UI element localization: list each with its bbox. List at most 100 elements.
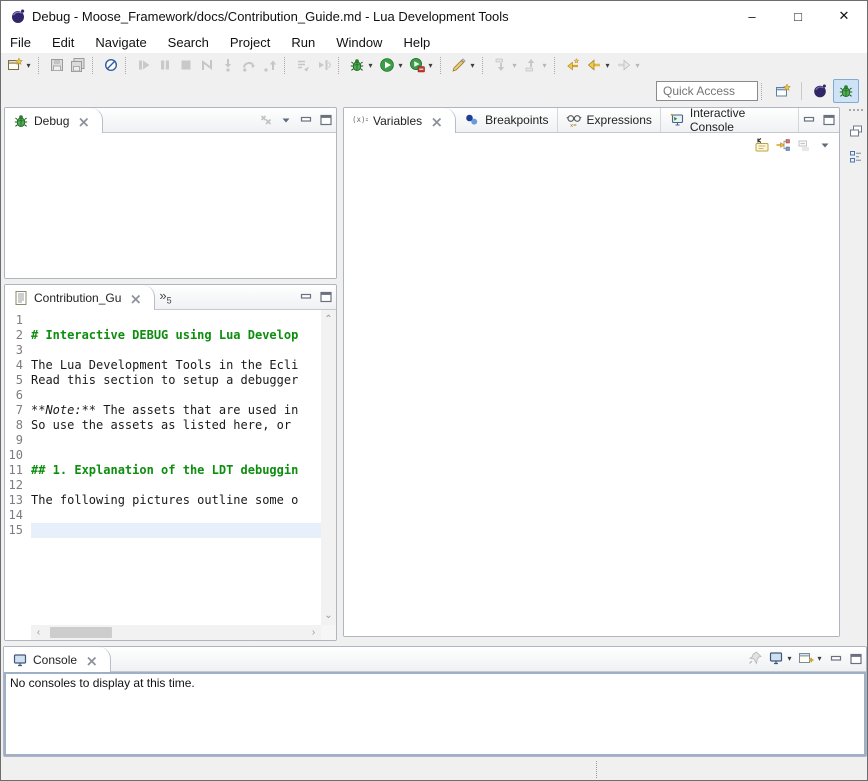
tab-close-icon[interactable] <box>429 114 443 128</box>
run-coverage-dropdown-arrow[interactable]: ▾ <box>426 61 435 70</box>
run-button[interactable]: ▾ <box>377 54 407 76</box>
show-logical-structure-button[interactable] <box>773 134 794 156</box>
use-step-filters-button[interactable] <box>293 54 314 76</box>
run-to-line-icon <box>316 57 333 74</box>
step-into-button[interactable] <box>218 54 239 76</box>
quick-access-input[interactable] <box>656 81 758 101</box>
menu-edit[interactable]: Edit <box>51 33 84 52</box>
variables-minimize-button[interactable] <box>799 108 819 132</box>
remove-all-terminated-button[interactable] <box>256 108 276 132</box>
outline-view-button[interactable] <box>846 147 866 167</box>
restore-view-button[interactable] <box>846 121 866 141</box>
tab-console-close-icon[interactable] <box>84 653 98 667</box>
new-wizard-dropdown-arrow[interactable]: ▾ <box>24 61 33 70</box>
toolbar-group-handle <box>482 57 487 74</box>
menu-help[interactable]: Help <box>402 33 440 52</box>
last-edit-location-icon <box>565 57 582 74</box>
debug-view-menu-button[interactable] <box>276 108 296 132</box>
maximize-button[interactable]: □ <box>775 1 821 31</box>
run-to-line-button[interactable] <box>314 54 335 76</box>
console-maximize-button[interactable] <box>846 647 866 671</box>
tab-expressions[interactable]: x=Expressions <box>558 108 661 132</box>
menu-file[interactable]: File <box>9 33 41 52</box>
back-dropdown-arrow[interactable]: ▾ <box>603 61 612 70</box>
collapse-all-button[interactable] <box>794 134 815 156</box>
last-edit-location-button[interactable] <box>563 54 584 76</box>
tab-contribution-guide-close-icon[interactable] <box>128 291 142 305</box>
forward-dropdown-arrow[interactable]: ▾ <box>633 61 642 70</box>
step-return-button[interactable] <box>260 54 281 76</box>
menu-navigate[interactable]: Navigate <box>94 33 156 52</box>
tab-contribution-guide[interactable]: Contribution_Gu <box>5 285 155 310</box>
save-all-button[interactable] <box>68 54 89 76</box>
scrollbar-thumb[interactable] <box>50 627 112 638</box>
editor-maximize-button[interactable] <box>316 285 336 309</box>
menu-window[interactable]: Window <box>335 33 392 52</box>
previous-annotation-dropdown-arrow[interactable]: ▾ <box>540 61 549 70</box>
back-button[interactable]: ▾ <box>584 54 614 76</box>
pin-console-button[interactable] <box>745 647 766 669</box>
editor-vertical-scrollbar[interactable]: ⌃ ⌄ <box>321 310 336 625</box>
editor-line: 8So use the assets as listed here, or <box>5 418 321 433</box>
stop-button[interactable] <box>176 54 197 76</box>
run-dropdown-arrow[interactable]: ▾ <box>396 61 405 70</box>
tab-debug[interactable]: Debug <box>5 108 103 133</box>
external-tools-button[interactable]: ▾ <box>449 54 479 76</box>
debug-view-minimize-button[interactable] <box>296 108 316 132</box>
display-console-button[interactable]: ▾ <box>766 647 796 669</box>
tab-debug-close-icon[interactable] <box>76 114 90 128</box>
skip-breakpoints-button[interactable] <box>101 54 122 76</box>
tab-console[interactable]: Console <box>4 647 111 672</box>
console-tabbar: Console ▾ ▾ <box>4 647 866 672</box>
debug-dropdown-arrow[interactable]: ▾ <box>366 61 375 70</box>
scroll-left-icon[interactable]: ‹ <box>31 625 46 640</box>
console-minimize-button[interactable] <box>826 647 846 671</box>
open-perspective-button[interactable] <box>770 79 796 103</box>
open-console-button[interactable]: ▾ <box>796 647 826 669</box>
editor-horizontal-scrollbar[interactable]: ‹ › <box>31 625 321 640</box>
next-annotation-dropdown-arrow[interactable]: ▾ <box>510 61 519 70</box>
step-over-button[interactable] <box>239 54 260 76</box>
forward-button[interactable]: ▾ <box>614 54 644 76</box>
external-tools-dropdown-arrow[interactable]: ▾ <box>468 61 477 70</box>
run-coverage-button[interactable]: ▾ <box>407 54 437 76</box>
line-number: 1 <box>5 313 31 328</box>
scroll-right-icon[interactable]: › <box>306 625 321 640</box>
menu-project[interactable]: Project <box>229 33 280 52</box>
open-console-dropdown[interactable]: ▾ <box>815 654 824 663</box>
tab-breakpoints[interactable]: Breakpoints <box>456 108 557 132</box>
statusbar-drag-handle[interactable] <box>596 761 597 778</box>
previous-annotation-button[interactable]: ▾ <box>521 54 551 76</box>
next-annotation-button[interactable]: ▾ <box>491 54 521 76</box>
scroll-up-icon[interactable]: ⌃ <box>321 312 336 327</box>
variables-view-menu-button[interactable] <box>815 133 835 157</box>
disconnect-button[interactable] <box>197 54 218 76</box>
close-button[interactable]: ✕ <box>821 1 867 31</box>
ldt-perspective-button[interactable] <box>807 79 833 103</box>
pause-button[interactable] <box>155 54 176 76</box>
tab-variables[interactable]: (x)=Variables <box>344 108 456 133</box>
tab-interactive-console[interactable]: Interactive Console <box>661 108 799 132</box>
debug-view-content[interactable] <box>5 133 336 278</box>
line-text <box>31 478 321 493</box>
debug-perspective-button[interactable] <box>833 79 859 103</box>
show-type-names-button[interactable] <box>752 134 773 156</box>
resume-button[interactable] <box>134 54 155 76</box>
more-editors-chevron[interactable]: »5 <box>155 288 175 306</box>
debug-button[interactable]: ▾ <box>347 54 377 76</box>
minimize-button[interactable]: – <box>729 1 775 31</box>
save-button[interactable] <box>47 54 68 76</box>
editor-text-area[interactable]: 12# Interactive DEBUG using Lua Develop3… <box>5 310 321 625</box>
display-console-dropdown[interactable]: ▾ <box>785 654 794 663</box>
debug-view-maximize-button[interactable] <box>316 108 336 132</box>
variables-content[interactable] <box>344 157 839 636</box>
new-wizard-button[interactable]: ▾ <box>5 54 35 76</box>
menu-search[interactable]: Search <box>167 33 219 52</box>
scroll-down-icon[interactable]: ⌄ <box>321 608 336 623</box>
strip-drag-handle[interactable] <box>849 109 863 115</box>
editor-minimize-button[interactable] <box>296 285 316 309</box>
variables-maximize-button[interactable] <box>819 108 839 132</box>
menu-run[interactable]: Run <box>290 33 325 52</box>
menubar: File Edit Navigate Search Project Run Window He… <box>1 31 867 53</box>
line-text <box>31 343 321 358</box>
